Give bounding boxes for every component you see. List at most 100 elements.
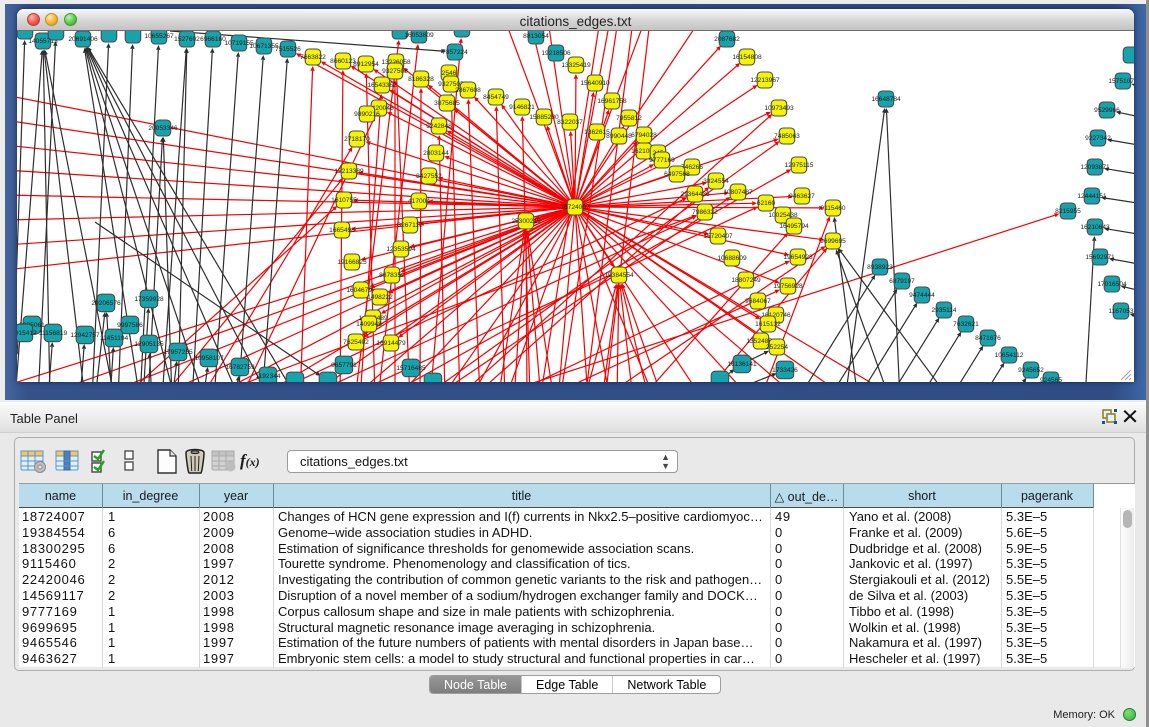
svg-text:2803144: 2803144 bbox=[423, 150, 449, 157]
svg-text:16782759: 16782759 bbox=[225, 364, 255, 371]
svg-text:7632621: 7632621 bbox=[953, 321, 979, 328]
svg-text:10973493: 10973493 bbox=[764, 105, 794, 112]
svg-text:3875685: 3875685 bbox=[434, 100, 460, 107]
svg-text:16154808: 16154808 bbox=[732, 54, 762, 61]
svg-text:8186328: 8186328 bbox=[408, 76, 434, 83]
svg-text:924565: 924565 bbox=[1040, 377, 1062, 382]
svg-text:1615132: 1615132 bbox=[755, 321, 781, 328]
svg-text:12093871: 12093871 bbox=[1080, 164, 1110, 171]
svg-text:8427552: 8427552 bbox=[416, 173, 442, 180]
svg-text:17016504: 17016504 bbox=[1097, 281, 1127, 288]
svg-text:19384554: 19384554 bbox=[604, 272, 634, 279]
svg-text:1665498: 1665498 bbox=[329, 227, 355, 234]
svg-text:1527602: 1527602 bbox=[174, 36, 200, 43]
svg-text:12444151: 12444151 bbox=[1077, 193, 1107, 200]
svg-text:3267110: 3267110 bbox=[397, 222, 423, 229]
svg-text:16914479: 16914479 bbox=[376, 340, 406, 347]
svg-text:6966160: 6966160 bbox=[200, 36, 226, 43]
svg-text:21364436: 21364436 bbox=[680, 191, 710, 198]
svg-text:2087682: 2087682 bbox=[714, 36, 740, 43]
svg-text:15885280: 15885280 bbox=[529, 114, 559, 121]
svg-text:41503: 41503 bbox=[17, 344, 18, 351]
svg-text:25300215: 25300215 bbox=[511, 218, 541, 225]
svg-text:6879197: 6879197 bbox=[889, 278, 915, 285]
svg-text:19218506: 19218506 bbox=[541, 50, 571, 57]
svg-text:7857224: 7857224 bbox=[442, 49, 468, 56]
svg-text:8938923: 8938923 bbox=[867, 264, 893, 271]
svg-text:20053346: 20053346 bbox=[148, 125, 178, 132]
svg-text:9997586: 9997586 bbox=[117, 322, 143, 329]
svg-text:2935114: 2935114 bbox=[931, 307, 957, 314]
svg-text:9890216: 9890216 bbox=[354, 111, 380, 118]
svg-text:8912954: 8912954 bbox=[353, 61, 379, 68]
svg-text:2718170: 2718170 bbox=[344, 136, 370, 143]
svg-text:20206576: 20206576 bbox=[91, 300, 121, 307]
svg-text:20691406: 20691406 bbox=[68, 36, 98, 43]
svg-text:8990448: 8990448 bbox=[606, 133, 632, 140]
svg-text:16495794: 16495794 bbox=[779, 223, 809, 230]
svg-text:417004: 417004 bbox=[408, 198, 430, 205]
svg-text:12942757: 12942757 bbox=[70, 332, 100, 339]
svg-text:7955812: 7955812 bbox=[616, 115, 642, 122]
svg-text:13325419: 13325419 bbox=[561, 62, 591, 69]
svg-text:1409948: 1409948 bbox=[356, 321, 382, 328]
svg-text:12213389: 12213389 bbox=[334, 168, 364, 175]
svg-text:9657791: 9657791 bbox=[331, 362, 357, 369]
svg-text:12213967: 12213967 bbox=[750, 77, 780, 84]
svg-text:1192344: 1192344 bbox=[255, 373, 281, 380]
svg-text:1733426: 1733426 bbox=[772, 367, 798, 374]
svg-text:8813054: 8813054 bbox=[523, 33, 549, 40]
svg-text:9245652: 9245652 bbox=[1018, 367, 1044, 374]
svg-text:16136141: 16136141 bbox=[727, 361, 757, 368]
svg-text:9115460: 9115460 bbox=[820, 205, 846, 212]
svg-text:16046796: 16046796 bbox=[346, 287, 376, 294]
svg-text:12975115: 12975115 bbox=[785, 162, 814, 169]
svg-text:10654112: 10654112 bbox=[995, 352, 1024, 359]
svg-text:9327508: 9327508 bbox=[382, 68, 408, 75]
svg-text:1610755: 1610755 bbox=[331, 197, 357, 204]
svg-text:19166825: 19166825 bbox=[337, 259, 367, 266]
svg-text:12353594: 12353594 bbox=[386, 246, 416, 253]
svg-text:7485063: 7485063 bbox=[774, 133, 800, 140]
svg-text:1498222: 1498222 bbox=[367, 294, 393, 301]
svg-text:6794028: 6794028 bbox=[631, 132, 657, 139]
svg-text:10958107: 10958107 bbox=[194, 355, 224, 362]
svg-text:9242848: 9242848 bbox=[426, 123, 452, 130]
svg-text:15720407: 15720407 bbox=[703, 233, 733, 240]
svg-text:6497568: 6497568 bbox=[664, 171, 690, 178]
svg-text:9146821: 9146821 bbox=[509, 104, 535, 111]
svg-text:15716485: 15716485 bbox=[396, 365, 426, 372]
svg-text:15640910: 15640910 bbox=[580, 80, 610, 87]
svg-text:8471676: 8471676 bbox=[975, 335, 1001, 342]
svg-text:9777169: 9777169 bbox=[649, 157, 675, 164]
svg-text:19756928: 19756928 bbox=[773, 283, 803, 290]
svg-text:16210643: 16210643 bbox=[1080, 224, 1110, 231]
svg-text:16961758: 16961758 bbox=[597, 98, 627, 105]
svg-text:18724007: 18724007 bbox=[560, 204, 590, 211]
svg-text:8215955: 8215955 bbox=[1055, 208, 1081, 215]
svg-text:62160: 62160 bbox=[757, 200, 776, 207]
svg-text:9699695: 9699695 bbox=[820, 238, 846, 245]
svg-text:11156819: 11156819 bbox=[39, 330, 68, 337]
svg-text:8454749: 8454749 bbox=[483, 94, 509, 101]
svg-text:252254: 252254 bbox=[766, 344, 788, 351]
svg-text:10807487: 10807487 bbox=[723, 189, 753, 196]
svg-text:17359928: 17359928 bbox=[134, 296, 164, 303]
svg-text:9463627: 9463627 bbox=[789, 193, 815, 200]
svg-text:3824554: 3824554 bbox=[703, 178, 729, 185]
svg-text:9684067: 9684067 bbox=[745, 298, 771, 305]
svg-text:12905135: 12905135 bbox=[134, 341, 164, 348]
svg-text:9474444: 9474444 bbox=[909, 292, 935, 299]
svg-text:16648784: 16648784 bbox=[871, 96, 901, 103]
svg-text:2867608: 2867608 bbox=[455, 87, 481, 94]
svg-text:10688609: 10688609 bbox=[717, 255, 747, 262]
svg-text:7515526: 7515526 bbox=[275, 46, 301, 53]
svg-text:11451194: 11451194 bbox=[100, 335, 129, 342]
svg-text:8878352: 8878352 bbox=[379, 272, 405, 279]
svg-text:17957255: 17957255 bbox=[163, 349, 193, 356]
svg-text:19654923: 19654923 bbox=[783, 254, 813, 261]
svg-text:8322037: 8322037 bbox=[557, 119, 583, 126]
svg-text:10655267: 10655267 bbox=[144, 33, 174, 40]
svg-text:1167053: 1167053 bbox=[1108, 308, 1134, 315]
svg-text:7986322: 7986322 bbox=[692, 209, 718, 216]
